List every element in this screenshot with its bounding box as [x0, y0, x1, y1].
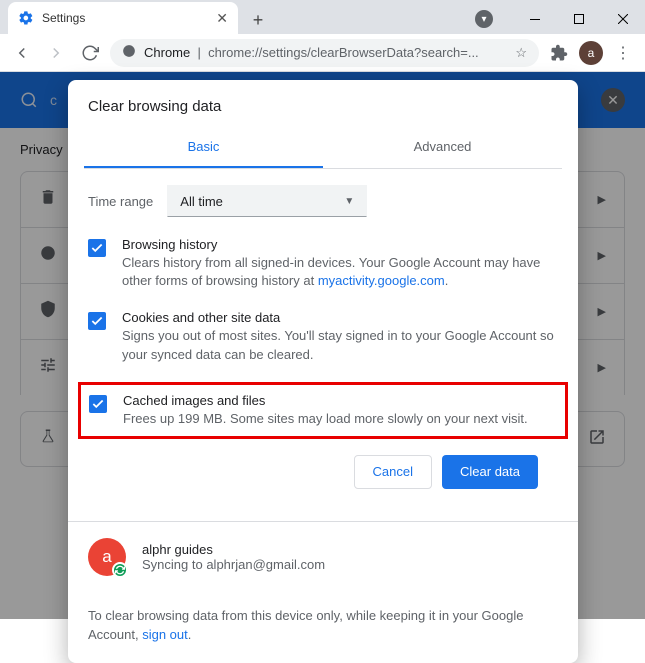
browser-tab[interactable]: Settings ✕: [8, 2, 238, 34]
checkbox-checked-icon[interactable]: [89, 395, 107, 413]
checkbox-checked-icon[interactable]: [88, 312, 106, 330]
highlighted-option: Cached images and files Frees up 199 MB.…: [78, 382, 568, 439]
clear-data-button[interactable]: Clear data: [442, 455, 538, 489]
option-browsing-history[interactable]: Browsing history Clears history from all…: [88, 235, 558, 292]
new-tab-button[interactable]: +: [244, 6, 272, 34]
menu-icon[interactable]: ⋮: [609, 39, 637, 67]
option-title: Browsing history: [122, 237, 558, 252]
clear-browsing-data-dialog: Clear browsing data Basic Advanced Time …: [68, 80, 578, 663]
address-bar[interactable]: Chrome | chrome://settings/clearBrowserD…: [110, 39, 539, 67]
sync-badge-icon: [112, 562, 128, 578]
window-controls: ▾: [475, 4, 645, 34]
time-range-value: All time: [180, 194, 223, 209]
window-titlebar: Settings ✕ + ▾: [0, 0, 645, 34]
option-title: Cached images and files: [123, 393, 557, 408]
tab-advanced[interactable]: Advanced: [323, 127, 562, 168]
myactivity-link[interactable]: myactivity.google.com: [318, 273, 445, 288]
bookmark-icon[interactable]: ☆: [515, 45, 527, 61]
minimize-button[interactable]: [513, 4, 557, 34]
profile-indicator-icon[interactable]: ▾: [475, 10, 493, 28]
cancel-button[interactable]: Cancel: [354, 455, 432, 489]
sync-avatar: a: [88, 538, 126, 576]
option-title: Cookies and other site data: [122, 310, 558, 325]
option-desc: Frees up 199 MB. Some sites may load mor…: [123, 410, 557, 428]
time-range-label: Time range: [88, 194, 153, 209]
close-icon[interactable]: ✕: [216, 10, 228, 27]
maximize-button[interactable]: [557, 4, 601, 34]
reload-button[interactable]: [76, 39, 104, 67]
url-text: Chrome | chrome://settings/clearBrowserD…: [144, 45, 507, 60]
gear-icon: [18, 10, 34, 26]
option-desc: Clears history from all signed-in device…: [122, 254, 558, 290]
time-range-select[interactable]: All time ▼: [167, 185, 367, 217]
profile-avatar[interactable]: a: [579, 41, 603, 65]
tab-basic[interactable]: Basic: [84, 127, 323, 168]
dialog-title: Clear browsing data: [68, 80, 578, 127]
back-button[interactable]: [8, 39, 36, 67]
sync-info: a alphr guides Syncing to alphrjan@gmail…: [68, 521, 578, 592]
dialog-footer-note: To clear browsing data from this device …: [68, 592, 578, 663]
checkbox-checked-icon[interactable]: [88, 239, 106, 257]
option-cookies[interactable]: Cookies and other site data Signs you ou…: [88, 308, 558, 365]
dialog-tabs: Basic Advanced: [84, 127, 562, 169]
extensions-icon[interactable]: [545, 39, 573, 67]
tab-title: Settings: [42, 11, 216, 25]
forward-button[interactable]: [42, 39, 70, 67]
browser-toolbar: Chrome | chrome://settings/clearBrowserD…: [0, 34, 645, 72]
sync-status: Syncing to alphrjan@gmail.com: [142, 557, 325, 572]
site-info-icon[interactable]: [122, 44, 136, 61]
close-window-button[interactable]: [601, 4, 645, 34]
sign-out-link[interactable]: sign out: [142, 627, 188, 642]
option-cached[interactable]: Cached images and files Frees up 199 MB.…: [89, 391, 557, 430]
sync-user-name: alphr guides: [142, 542, 325, 557]
option-desc: Signs you out of most sites. You'll stay…: [122, 327, 558, 363]
chevron-down-icon: ▼: [344, 196, 354, 207]
